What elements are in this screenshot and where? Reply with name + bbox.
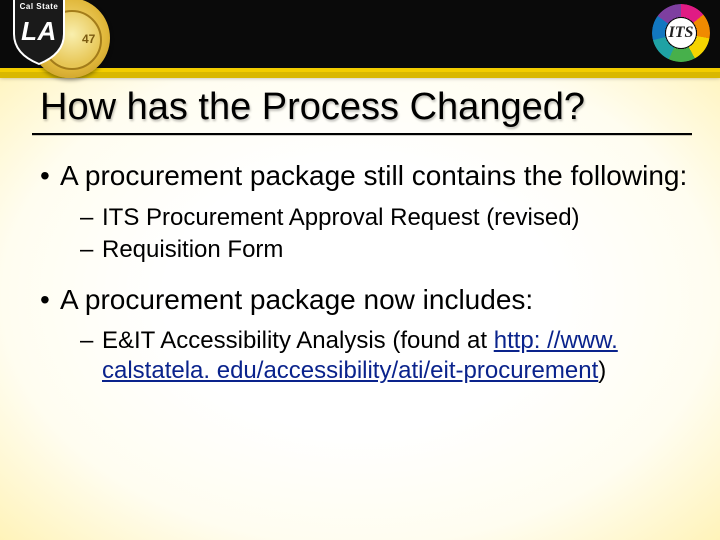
- sub-bullet-text: E&IT Accessibility Analysis (found at: [102, 327, 494, 354]
- seal-year-right: 47: [82, 32, 95, 46]
- sub-bullet-item: E&IT Accessibility Analysis (found at ht…: [102, 326, 688, 386]
- slide: 19 47 Cal State LA ITS How has the Proce…: [0, 0, 720, 540]
- university-seal-inner-icon: [42, 10, 102, 70]
- sub-bullet-after: ): [598, 357, 606, 384]
- calstate-la-badge: 19 47 Cal State LA: [12, 0, 104, 80]
- header-banner: 19 47 Cal State LA ITS: [0, 0, 720, 72]
- title-underline: [32, 133, 692, 135]
- sub-bullet-text: ITS Procurement Approval Request (revise…: [102, 204, 580, 231]
- bullet-item: A procurement package now includes: E&IT…: [60, 283, 688, 387]
- sub-bullet-item: ITS Procurement Approval Request (revise…: [102, 203, 688, 233]
- sub-bullet-item: Requisition Form: [102, 235, 688, 265]
- its-logo: ITS: [652, 4, 710, 62]
- sub-bullet-list: ITS Procurement Approval Request (revise…: [78, 203, 688, 265]
- bullet-text: A procurement package still contains the…: [60, 160, 687, 191]
- badge-top-label: Cal State: [12, 2, 66, 11]
- shield-icon: Cal State LA: [12, 0, 66, 66]
- university-seal-icon: [30, 0, 110, 78]
- bullet-item: A procurement package still contains the…: [60, 159, 688, 265]
- its-label: ITS: [652, 4, 710, 62]
- bullet-list: A procurement package still contains the…: [40, 159, 688, 386]
- slide-title: How has the Process Changed?: [40, 86, 688, 129]
- sub-bullet-text: Requisition Form: [102, 236, 283, 263]
- seal-year-left: 19: [48, 32, 61, 46]
- sub-bullet-list: E&IT Accessibility Analysis (found at ht…: [78, 326, 688, 386]
- bullet-text: A procurement package now includes:: [60, 284, 533, 315]
- badge-main-label: LA: [12, 18, 66, 44]
- slide-content: How has the Process Changed? A procureme…: [0, 86, 720, 386]
